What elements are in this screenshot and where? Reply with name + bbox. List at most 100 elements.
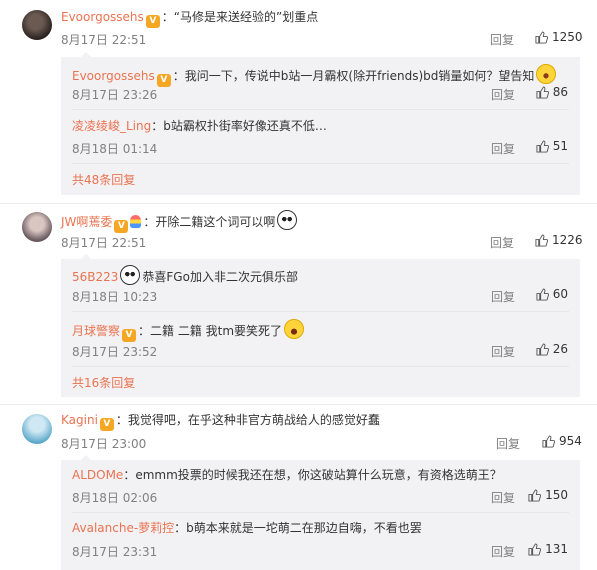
reply-text: ：二籍 二籍 我tm要笑死了: [138, 324, 283, 338]
like-count: 1250: [552, 30, 583, 44]
reply-date: 8月17日 23:26: [72, 88, 158, 102]
reply-button[interactable]: 回复: [491, 343, 515, 360]
like-count: 954: [559, 434, 582, 448]
thumb-up-icon: [536, 342, 549, 356]
divider: [72, 512, 569, 513]
shocked-emoji-icon: [536, 64, 557, 84]
reply-body: 56B223 恭喜FGo加入非二次元俱乐部: [72, 265, 298, 285]
like-count: 150: [545, 488, 568, 502]
reply-text: ：b萌本来就是一坨萌二在那边自嗨，不看也罢: [174, 521, 422, 535]
divider: [72, 163, 569, 164]
divider: [72, 366, 569, 367]
reply-caret: [81, 52, 91, 57]
comment-text: ：我觉得吧，在乎这种非官方萌战给人的感觉好蠢: [115, 413, 380, 427]
username[interactable]: ALDOMe: [72, 468, 123, 482]
comment-date: 8月17日 22:51: [61, 33, 147, 47]
username[interactable]: Evoorgossehs: [61, 10, 144, 24]
reply-button[interactable]: 回复: [491, 489, 515, 506]
laughing-emoji-icon: [284, 319, 305, 339]
like-count: 131: [545, 542, 568, 556]
vip-crown-icon: V: [99, 418, 114, 431]
comment-body: Evoorgossehs V ：“马修是来送经验的”划重点: [61, 9, 318, 28]
thumb-up-icon: [536, 287, 549, 301]
reply-button[interactable]: 回复: [491, 543, 515, 560]
reply-list: Evoorgossehs V ：我问一下，传说中b站一月霸权(除开friends)b…: [61, 52, 580, 195]
more-replies-link[interactable]: 共16条回复: [72, 374, 135, 391]
vip-crown-icon: V: [122, 329, 137, 342]
reply-button[interactable]: 回复: [491, 86, 515, 103]
like-button[interactable]: 150: [528, 488, 568, 502]
reply-button[interactable]: 回复: [491, 288, 515, 305]
thumb-up-icon: [536, 85, 549, 99]
like-button[interactable]: 131: [528, 542, 568, 556]
reply-button[interactable]: 回复: [490, 234, 514, 251]
reply-caret: [81, 254, 91, 259]
like-count: 60: [552, 287, 568, 301]
like-count: 51: [552, 139, 568, 153]
like-count: 26: [552, 342, 568, 356]
like-button[interactable]: 60: [536, 287, 568, 301]
comment-text: ：“马修是来送经验的”划重点: [161, 10, 319, 24]
username[interactable]: 月球警察: [72, 324, 120, 338]
reply-date: 8月17日 23:52: [72, 345, 158, 359]
reply-body: 凌凌绫峻_Ling：b站霸权扑街率好像还真不低…: [72, 118, 327, 134]
reply-body: Evoorgossehs V ：我问一下，传说中b站一月霸权(除开friends)b…: [72, 64, 557, 87]
reply-date: 8月18日 10:23: [72, 290, 158, 304]
reply-date: 8月17日 23:31: [72, 545, 158, 559]
reply-text: ：b站霸权扑街率好像还真不低…: [151, 119, 327, 133]
reply-text: ：emmm投票的时候我还在想，你这破站算什么玩意，有资格选萌王？: [123, 468, 502, 482]
username[interactable]: 56B223: [72, 270, 118, 284]
reply-body: 月球警察 V ：二籍 二籍 我tm要笑死了: [72, 319, 305, 342]
like-button[interactable]: 86: [536, 85, 568, 99]
comment-date: 8月17日 22:51: [61, 236, 147, 250]
reply-caret: [81, 455, 91, 460]
reply-text: ：我问一下，传说中b站一月霸权(除开friends)bd销量如何？望告知: [172, 69, 535, 83]
vip-crown-icon: V: [145, 15, 160, 28]
reply-body: ALDOMe：emmm投票的时候我还在想，你这破站算什么玩意，有资格选萌王？: [72, 467, 502, 483]
thumb-up-icon: [535, 30, 549, 44]
divider: [72, 109, 569, 110]
reply-body: Avalanche-萝莉控：b萌本来就是一坨萌二在那边自嗨，不看也罢: [72, 520, 422, 536]
like-button[interactable]: 51: [536, 139, 568, 153]
username[interactable]: Evoorgossehs: [72, 69, 155, 83]
reply-button[interactable]: 回复: [496, 435, 520, 452]
avatar[interactable]: [22, 10, 52, 40]
vip-crown-icon: V: [114, 220, 129, 233]
comment-text: ：开除二籍这个词可以啊: [143, 215, 276, 229]
comment-date: 8月17日 23:00: [61, 437, 147, 451]
thread-separator: [0, 203, 597, 204]
thumb-up-icon: [542, 434, 556, 448]
reply-list: 56B223 恭喜FGo加入非二次元俱乐部 8月18日 10:23 回复 60 月…: [61, 254, 580, 397]
vip-crown-icon: V: [156, 74, 171, 87]
comment-body: JW啊蔫委 V ：开除二籍这个词可以啊: [61, 210, 298, 233]
reply-button[interactable]: 回复: [491, 140, 515, 157]
reply-list: ALDOMe：emmm投票的时候我还在想，你这破站算什么玩意，有资格选萌王？ 8…: [61, 455, 580, 570]
comment-body: Kagini V ：我觉得吧，在乎这种非官方萌战给人的感觉好蠢: [61, 412, 380, 431]
thumb-up-icon: [535, 233, 549, 247]
username[interactable]: JW啊蔫委: [61, 215, 112, 229]
thumb-up-icon: [528, 542, 542, 556]
reply-text: 恭喜FGo加入非二次元俱乐部: [142, 270, 298, 284]
like-button[interactable]: 954: [542, 434, 582, 448]
like-count: 86: [552, 85, 568, 99]
like-button[interactable]: 1226: [535, 233, 583, 247]
reply-button[interactable]: 回复: [490, 31, 514, 48]
panda-emoji-icon: [277, 210, 298, 230]
username[interactable]: Avalanche-萝莉控: [72, 521, 174, 535]
reply-date: 8月18日 01:14: [72, 142, 158, 156]
like-button[interactable]: 26: [536, 342, 568, 356]
like-button[interactable]: 1250: [535, 30, 583, 44]
avatar[interactable]: [22, 414, 52, 444]
reply-date: 8月18日 02:06: [72, 491, 158, 505]
username[interactable]: 凌凌绫峻_Ling: [72, 119, 151, 133]
like-count: 1226: [552, 233, 583, 247]
thumb-up-icon: [528, 488, 542, 502]
rainbow-badge-icon: [130, 215, 142, 228]
username[interactable]: Kagini: [61, 413, 98, 427]
divider: [72, 311, 569, 312]
panda-emoji-icon: [120, 265, 141, 285]
thread-separator: [0, 404, 597, 405]
more-replies-link[interactable]: 共48条回复: [72, 171, 135, 188]
avatar[interactable]: [22, 212, 52, 242]
thumb-up-icon: [536, 139, 549, 153]
